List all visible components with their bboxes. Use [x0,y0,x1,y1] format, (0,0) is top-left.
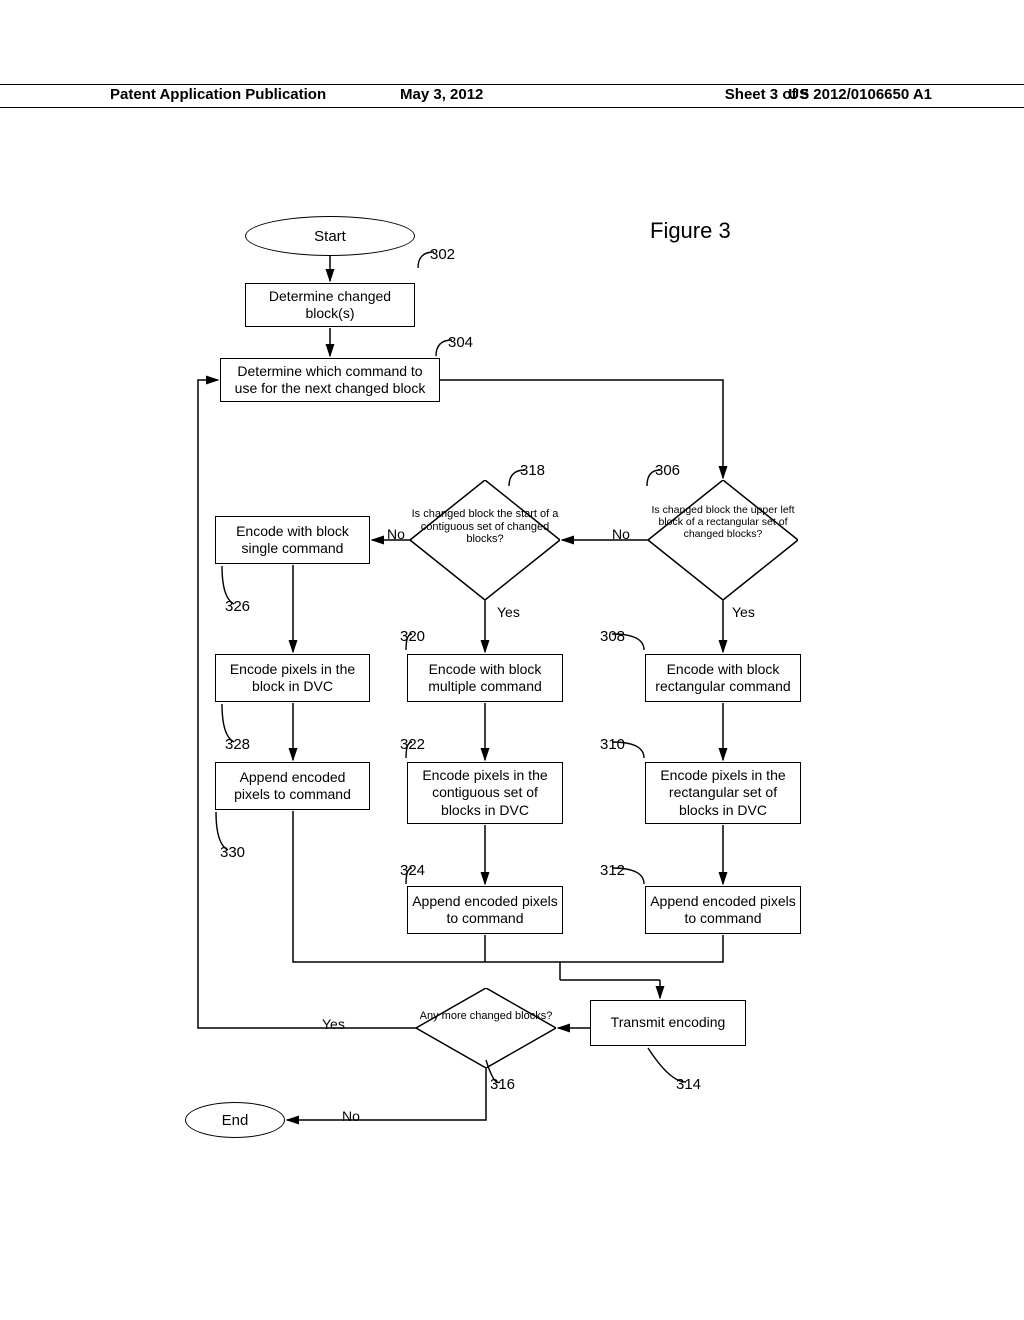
node-302: Determine changed block(s) [245,283,415,327]
node-316-text: Any more changed blocks? [420,1010,553,1022]
node-326-text: Encode with block single command [220,523,365,558]
header-date: May 3, 2012 [400,86,483,103]
node-314: Transmit encoding [590,1000,746,1046]
edge-318-yes: Yes [495,604,522,620]
node-322: Encode pixels in the contiguous set of b… [407,762,563,824]
node-start-text: Start [314,228,346,245]
callout-318 [507,458,537,488]
node-318: Is changed block the start of a contiguo… [410,480,560,600]
figure-title: Figure 3 [650,218,731,244]
callout-316 [498,1060,528,1090]
callout-320 [414,622,444,652]
node-302-text: Determine changed block(s) [250,288,410,323]
node-304: Determine which command to use for the n… [220,358,440,402]
node-326: Encode with block single command [215,516,370,564]
callout-304 [434,328,464,358]
node-324: Append encoded pixels to command [407,886,563,934]
callout-312 [614,856,644,886]
node-312: Append encoded pixels to command [645,886,801,934]
node-330: Append encoded pixels to command [215,762,370,810]
node-end-text: End [222,1112,249,1129]
node-324-text: Append encoded pixels to command [412,893,558,928]
node-308: Encode with block rectangular command [645,654,801,702]
callout-306 [672,458,702,488]
callout-308 [614,622,644,652]
header-publication: Patent Application Publication [110,86,326,103]
edge-316-no: No [340,1108,362,1124]
callout-322 [414,730,444,760]
page-header: Patent Application Publication May 3, 20… [0,84,1024,108]
node-320-text: Encode with block multiple command [412,661,558,696]
node-312-text: Append encoded pixels to command [650,893,796,928]
edge-318-no: No [385,526,407,542]
callout-326 [222,566,252,606]
node-328-text: Encode pixels in the block in DVC [220,661,365,696]
node-306: Is changed block the upper left block of… [648,480,798,600]
node-314-text: Transmit encoding [611,1014,726,1032]
node-304-text: Determine which command to use for the n… [225,363,435,398]
callout-302 [416,240,446,270]
node-318-text: Is changed block the start of a contiguo… [412,508,559,545]
node-310: Encode pixels in the rectangular set of … [645,762,801,824]
node-310-text: Encode pixels in the rectangular set of … [650,767,796,820]
edge-306-yes: Yes [730,604,757,620]
edge-316-yes: Yes [320,1016,347,1032]
callout-310 [614,730,644,760]
callout-330 [216,812,246,852]
node-320: Encode with block multiple command [407,654,563,702]
callout-324 [414,856,444,886]
node-316: Any more changed blocks? [416,988,556,1068]
node-308-text: Encode with block rectangular command [650,661,796,696]
callout-314 [688,1048,718,1088]
callout-328 [222,704,252,744]
header-number: US 2012/0106650 A1 [788,86,932,103]
node-330-text: Append encoded pixels to command [220,769,365,804]
node-306-text: Is changed block the upper left block of… [651,504,794,540]
node-start: Start [245,216,415,256]
edge-306-no: No [610,526,632,542]
node-328: Encode pixels in the block in DVC [215,654,370,702]
node-end: End [185,1102,285,1138]
node-322-text: Encode pixels in the contiguous set of b… [412,767,558,820]
